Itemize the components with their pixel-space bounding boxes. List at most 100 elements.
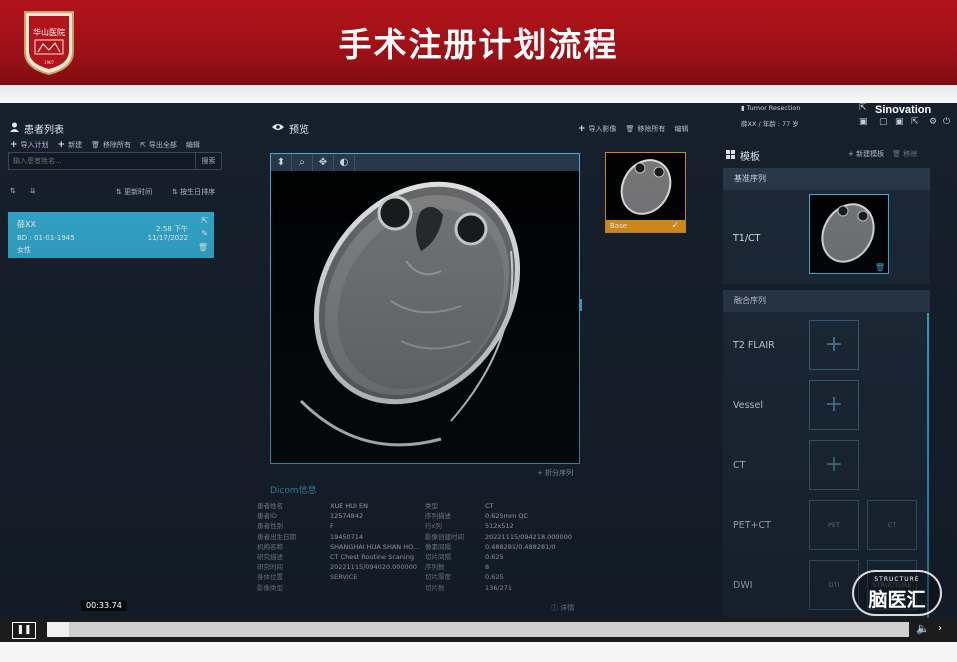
edit-pencil-icon[interactable]: ✎ bbox=[201, 229, 208, 238]
patient-sex: 女性 bbox=[17, 246, 31, 254]
check-icon: ✓ bbox=[671, 221, 679, 231]
ct-scan-image bbox=[271, 171, 579, 463]
patient-list-title: 患者列表 bbox=[24, 125, 64, 136]
import-image-button[interactable]: + 导入影像 bbox=[578, 124, 617, 134]
new-template-button[interactable]: + 新建模板 bbox=[848, 149, 884, 159]
dicom-info-left: 患者姓名 XUE HUI EN 患者ID 12574842 患者性别 F 患者出生日期… bbox=[257, 501, 419, 593]
split-sequence-link[interactable]: + 折分序列 bbox=[537, 468, 573, 478]
trash-icon: 🗑 bbox=[625, 125, 635, 133]
sort-update-time[interactable]: ⇅ 更新时间 bbox=[116, 187, 152, 197]
pet-slot[interactable]: PET bbox=[809, 500, 859, 550]
pan-icon[interactable]: ✥ bbox=[313, 154, 334, 171]
dti-slot[interactable]: DTI bbox=[809, 560, 859, 610]
template-actions: + 新建模板 🗑 移除 bbox=[848, 149, 917, 159]
fusion-row-label: CT bbox=[733, 460, 746, 471]
dicom-row: 影像类型 bbox=[257, 583, 283, 592]
patient-list-actions: + 导入计划 + 新建 🗑 移除所有 ⇱ 导出全部 编辑 bbox=[10, 140, 200, 150]
trash-icon: 🗑 bbox=[91, 141, 100, 149]
new-patient-button[interactable]: + 新建 bbox=[58, 140, 83, 150]
base-sequence-section: 基准序列 T1/CT 🗑 bbox=[723, 168, 930, 284]
dicom-row: 身体位置 SERVICE bbox=[257, 573, 358, 582]
patient-time: 2:58 下午 bbox=[156, 225, 188, 233]
watermark-small-text: STRUCTURE bbox=[874, 576, 920, 583]
remove-all-images-button[interactable]: 🗑 移除所有 bbox=[626, 124, 666, 134]
fusion-row-label: DWI bbox=[733, 580, 753, 591]
patient-search-input[interactable] bbox=[9, 153, 195, 169]
base-sequence-thumbnail[interactable]: 🗑 bbox=[809, 194, 889, 274]
add-slot-button[interactable]: + bbox=[809, 380, 859, 430]
slide: 华山医院 1907 手术注册计划流程 患者列表 + 导入计划 + 新建 🗑 移除所有 … bbox=[0, 0, 957, 662]
settings-icon[interactable]: ⚙ bbox=[929, 117, 937, 127]
series-thumbnail[interactable]: Base ✓ bbox=[605, 152, 686, 233]
dicom-row: 研究描述 CT Chest Routine Scaning bbox=[257, 553, 414, 562]
camera-icon[interactable]: ▣ bbox=[895, 117, 904, 127]
sort-asc-icon[interactable]: ⇅ bbox=[10, 187, 16, 195]
export-icon: ⇱ bbox=[139, 141, 146, 149]
fusion-row-label: PET+CT bbox=[733, 520, 771, 531]
remove-all-button[interactable]: 🗑 移除所有 bbox=[91, 140, 131, 150]
patient-list-header: 患者列表 bbox=[10, 121, 64, 136]
video-progress-fill bbox=[47, 622, 69, 637]
patient-card[interactable]: 薛XX BD : 01-01-1945 女性 2:58 下午 11/17/202… bbox=[8, 212, 214, 258]
banner-divider bbox=[0, 85, 957, 103]
viewer-scroll-thumb[interactable] bbox=[579, 299, 582, 311]
contrast-icon[interactable]: ◐ bbox=[334, 154, 355, 171]
dicom-row: 序列描述 0.625mm QC bbox=[425, 512, 528, 521]
pause-button[interactable]: ❚❚ bbox=[12, 622, 36, 639]
save-icon[interactable]: ▣ bbox=[859, 117, 868, 127]
ct-slot[interactable]: CT bbox=[867, 500, 917, 550]
image-icon[interactable]: ▢ bbox=[879, 117, 888, 127]
export-icon[interactable]: ⇱ bbox=[911, 117, 919, 127]
delete-icon[interactable]: 🗑 bbox=[198, 243, 208, 252]
video-timecode: 00:33.74 bbox=[81, 600, 127, 611]
patient-birthdate: BD : 01-01-1945 bbox=[17, 234, 75, 242]
thumbnail-image bbox=[606, 153, 685, 220]
dicom-row: 患者性别 F bbox=[257, 522, 334, 531]
app-window: 患者列表 +导入计划 +新建 🗑移除所有 ⇱导出全部 编辑 搜索 ⇅ ⇊ ⇅ 更… bbox=[0, 103, 957, 618]
video-progress-bar[interactable] bbox=[47, 622, 909, 637]
volume-icon[interactable]: 🔈 bbox=[916, 622, 930, 635]
fusion-sequence-section: 融合序列 T2 FLAIR + Vessel + CT + PET+CT PET… bbox=[723, 290, 930, 618]
external-link-icon[interactable]: ⇱ bbox=[859, 103, 867, 113]
remove-template-button[interactable]: 🗑 移除 bbox=[892, 149, 917, 159]
add-slot-button[interactable]: + bbox=[809, 440, 859, 490]
import-plan-button[interactable]: + 导入计划 bbox=[10, 140, 49, 150]
scroll-icon[interactable]: ⬍ bbox=[271, 154, 292, 171]
search-button[interactable]: 搜索 bbox=[195, 153, 221, 169]
logout-icon[interactable]: ⏻ bbox=[943, 117, 950, 127]
zoom-icon[interactable]: ⌕ bbox=[292, 154, 313, 171]
export-all-button[interactable]: ⇱ 导出全部 bbox=[140, 140, 177, 150]
base-thumbnail-image bbox=[810, 195, 888, 273]
patient-search: 搜索 bbox=[8, 152, 222, 170]
detail-link[interactable]: ⓘ 详情 bbox=[551, 603, 574, 613]
edit-images-button[interactable]: 编辑 bbox=[674, 124, 688, 134]
edit-button[interactable]: 编辑 bbox=[186, 140, 200, 150]
slide-banner: 华山医院 1907 手术注册计划流程 bbox=[0, 0, 957, 85]
preview-header: 预览 bbox=[272, 121, 309, 136]
dicom-row: 类型 CT bbox=[425, 502, 494, 510]
dicom-row: 患者姓名 XUE HUI EN bbox=[257, 502, 368, 510]
fusion-row-label: Vessel bbox=[733, 400, 763, 411]
dicom-row: 行x列 512x512 bbox=[425, 522, 514, 531]
grid-icon bbox=[726, 149, 735, 162]
dicom-row: 机构名称 SHANGHAI HUA SHAN HO... bbox=[257, 542, 420, 551]
eye-icon bbox=[272, 123, 284, 134]
dicom-row: 序列数 8 bbox=[425, 563, 490, 572]
dicom-info-title: Dicom信息 bbox=[270, 486, 317, 496]
delete-icon[interactable]: 🗑 bbox=[875, 263, 885, 272]
add-slot-button[interactable]: + bbox=[809, 320, 859, 370]
template-title: 模板 bbox=[740, 152, 760, 163]
base-row-label: T1/CT bbox=[733, 233, 761, 244]
sort-desc-icon[interactable]: ⇊ bbox=[30, 187, 36, 195]
preview-actions: + 导入影像 🗑 移除所有 编辑 bbox=[578, 124, 688, 134]
dicom-row: 影像创建时间 20221115/094218.000000 bbox=[425, 532, 572, 541]
open-icon[interactable]: ⇱ bbox=[201, 216, 208, 225]
dicom-row: 患者ID 12574842 bbox=[257, 512, 364, 521]
image-viewer[interactable]: ⬍ ⌕ ✥ ◐ bbox=[270, 153, 582, 464]
chevron-right-icon[interactable]: › bbox=[938, 623, 942, 634]
slide-bottom bbox=[0, 642, 957, 662]
viewer-toolbar: ⬍ ⌕ ✥ ◐ bbox=[271, 154, 579, 171]
sort-birthday[interactable]: ⇅ 按生日排序 bbox=[172, 187, 215, 197]
plus-icon: + bbox=[10, 140, 18, 150]
patient-date: 11/17/2022 bbox=[147, 234, 188, 242]
